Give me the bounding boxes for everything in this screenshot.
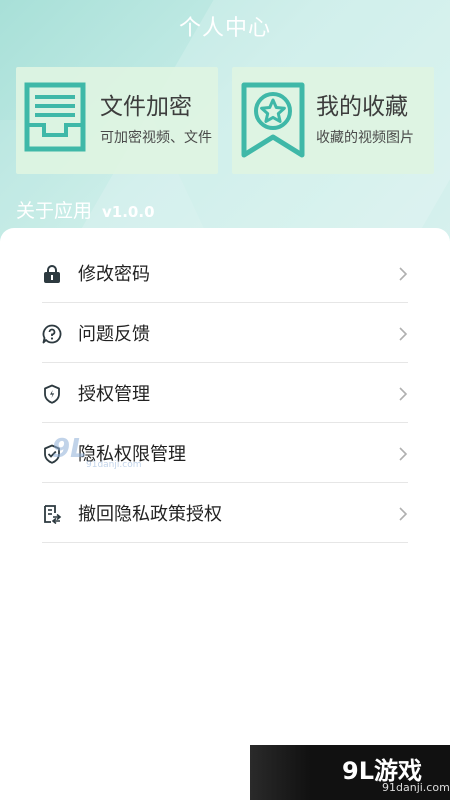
chevron-right-icon [399,267,408,281]
shield-icon [44,384,60,404]
about-label: 关于应用 [16,200,93,222]
page-title: 个人中心 [178,16,271,41]
document-revoke-icon [44,505,62,524]
file-encrypt-card[interactable]: 文件加密 可加密视频、文件 [16,67,218,174]
menu-item-authorization[interactable]: 授权管理 [42,363,408,423]
menu-item-label: 授权管理 [78,384,150,405]
chevron-right-icon [399,327,408,341]
menu-item-label: 修改密码 [78,264,150,285]
chevron-right-icon [399,387,408,401]
menu-item-label: 问题反馈 [78,324,150,345]
file-tray-icon [24,82,86,152]
star-bookmark-icon [241,82,305,158]
favorites-title: 我的收藏 [316,94,408,120]
menu-item-change-password[interactable]: 修改密码 [42,243,408,303]
chevron-right-icon [399,507,408,521]
watermark-corner-url: 91danji.com [382,781,450,794]
menu-item-feedback[interactable]: 问题反馈 [42,303,408,363]
menu-item-revoke-privacy[interactable]: 撤回隐私政策授权 [42,483,408,543]
file-encrypt-title: 文件加密 [100,94,192,120]
favorites-card[interactable]: 我的收藏 收藏的视频图片 [232,67,434,174]
watermark-corner: 9L游戏 91danji.com [250,745,450,800]
question-bubble-icon [42,324,62,344]
lock-icon [44,265,60,283]
menu-item-label: 撤回隐私政策授权 [78,504,222,525]
about-app[interactable]: 关于应用 v1.0.0 [16,196,155,223]
favorites-subtitle: 收藏的视频图片 [316,130,414,146]
chevron-right-icon [399,447,408,461]
watermark-center-logo: 9L [52,434,87,464]
watermark-center-url: 91danji.com [86,460,142,470]
watermark-center: 9L 91danji.com [46,434,146,472]
version-label: v1.0.0 [102,203,155,221]
file-encrypt-subtitle: 可加密视频、文件 [100,130,212,146]
